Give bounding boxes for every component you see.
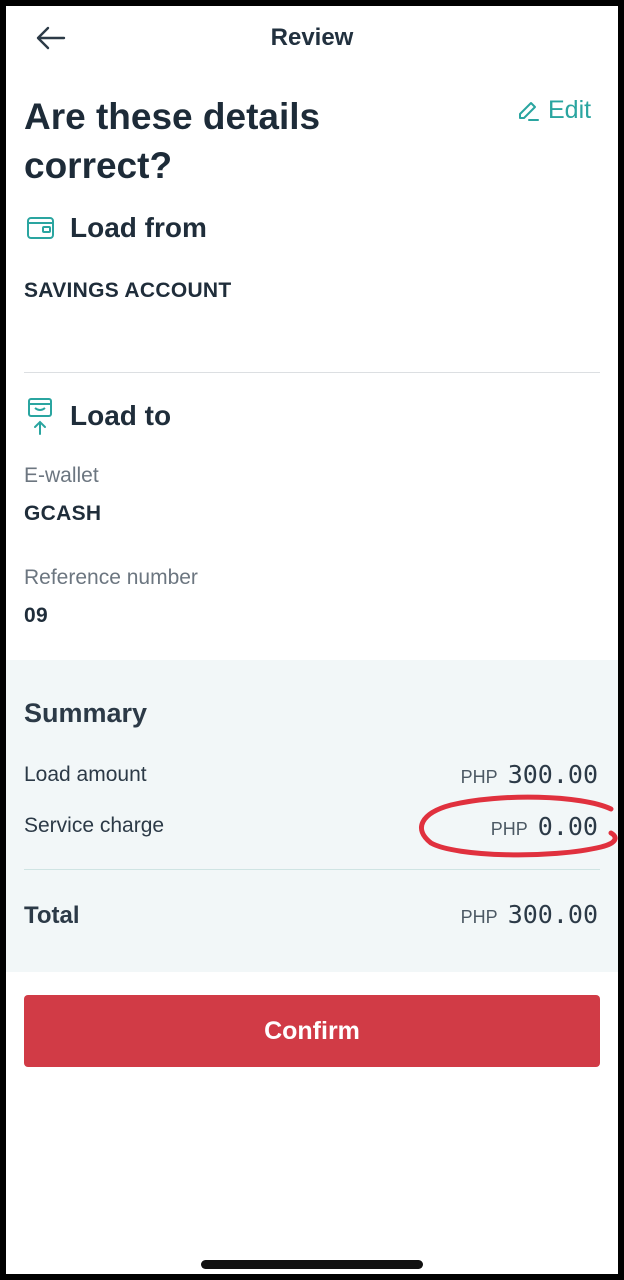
divider	[24, 372, 600, 373]
load-to-header: Load to	[26, 396, 171, 436]
load-from-header: Load from	[26, 212, 207, 244]
confirm-button[interactable]: Confirm	[24, 995, 600, 1067]
load-to-title: Load to	[70, 400, 172, 431]
summary-divider	[24, 869, 600, 870]
load-amount-value: PHP 300.00	[461, 760, 598, 789]
currency-label: PHP	[460, 907, 498, 927]
amount-number: 300.00	[507, 900, 598, 929]
load-from-title: Load from	[70, 212, 207, 243]
wallet-icon	[27, 217, 54, 239]
load-amount-label: Load amount	[24, 763, 147, 786]
currency-label: PHP	[460, 767, 498, 787]
summary-title: Summary	[24, 698, 148, 728]
edit-button[interactable]: Edit	[516, 92, 591, 128]
service-charge-label: Service charge	[24, 814, 165, 837]
amount-number: 300.00	[507, 760, 598, 789]
reference-value: 09	[24, 604, 48, 627]
page-title: Review	[270, 24, 354, 51]
wallet-load-icon	[28, 398, 52, 435]
total-value: PHP 300.00	[461, 900, 598, 929]
home-indicator	[201, 1260, 423, 1269]
reference-label: Reference number	[24, 566, 198, 589]
source-account: SAVINGS ACCOUNT	[24, 279, 232, 302]
annotation-circle	[419, 794, 618, 858]
pencil-icon	[519, 102, 539, 121]
review-screen: Review Are these details correct? Edit L…	[6, 6, 618, 1274]
edit-label: Edit	[548, 95, 592, 124]
ewallet-label: E-wallet	[24, 464, 99, 487]
review-heading: Are these details correct?	[24, 96, 321, 186]
total-label: Total	[24, 902, 80, 929]
ewallet-value: GCASH	[24, 502, 102, 525]
